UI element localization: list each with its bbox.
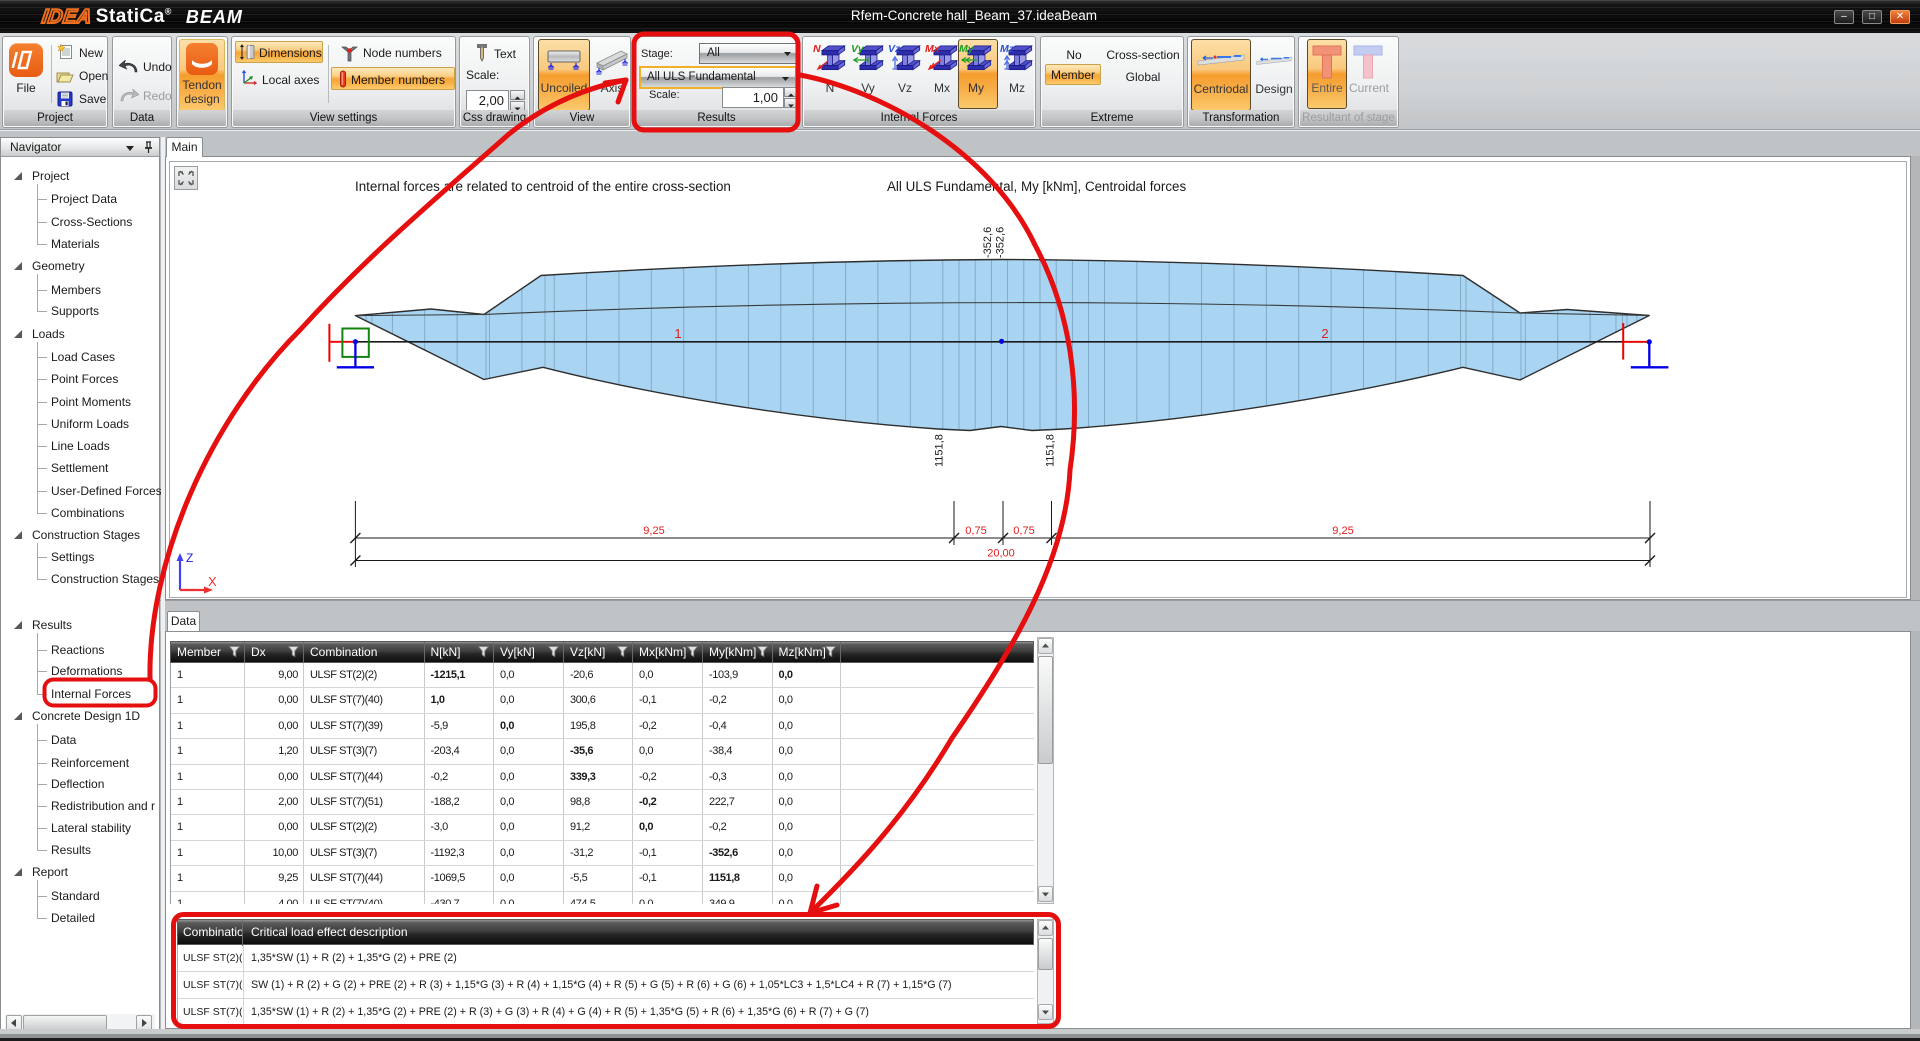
svg-text:1151,8: 1151,8 <box>934 434 946 467</box>
svg-text:9,25: 9,25 <box>643 525 664 537</box>
svg-text:Vz: Vz <box>888 43 901 55</box>
svg-text:Mz: Mz <box>1000 43 1015 55</box>
svg-text:Z: Z <box>186 551 193 565</box>
svg-text:-352,6: -352,6 <box>982 227 994 258</box>
svg-text:N: N <box>813 43 821 55</box>
svg-text:0,75: 0,75 <box>1013 525 1034 537</box>
svg-text:2: 2 <box>1321 326 1328 341</box>
svg-text:0,75: 0,75 <box>965 525 986 537</box>
svg-text:20,00: 20,00 <box>987 548 1015 560</box>
svg-text:9,25: 9,25 <box>1332 525 1353 537</box>
svg-text:My: My <box>959 43 975 55</box>
svg-text:Mx: Mx <box>925 43 941 55</box>
svg-text:-352,6: -352,6 <box>995 227 1007 258</box>
svg-text:1: 1 <box>674 326 681 341</box>
svg-text:X: X <box>208 574 217 589</box>
svg-text:1151,8: 1151,8 <box>1045 434 1057 467</box>
svg-text:Vy: Vy <box>851 43 865 55</box>
